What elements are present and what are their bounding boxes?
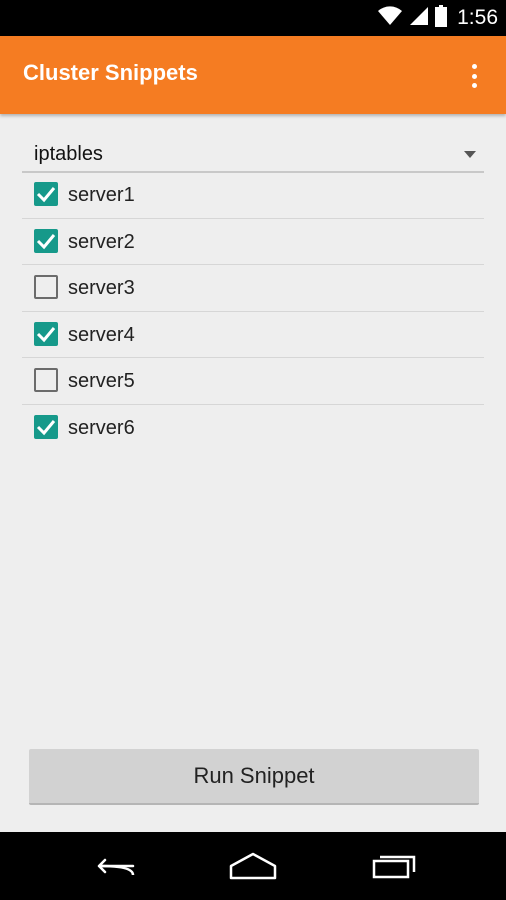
checkbox-checked-icon[interactable] xyxy=(34,414,58,439)
recents-icon[interactable] xyxy=(364,850,424,882)
server-row[interactable]: server6 xyxy=(22,405,484,452)
server-row[interactable]: server5 xyxy=(22,358,484,405)
more-vert-icon[interactable] xyxy=(462,62,486,90)
server-label: server6 xyxy=(68,416,135,439)
dropdown-arrow-icon xyxy=(464,151,476,158)
checkbox-checked-icon[interactable] xyxy=(34,228,58,253)
signal-icon xyxy=(409,6,429,31)
battery-icon xyxy=(435,4,448,32)
server-list: server1 server2 server3 server4 server5 serve… xyxy=(22,172,484,452)
app-title: Cluster Snippets xyxy=(23,60,198,85)
status-time: 1:56 xyxy=(457,6,498,29)
server-label: server3 xyxy=(68,277,135,300)
server-row[interactable]: server2 xyxy=(22,219,484,266)
server-label: server4 xyxy=(68,323,135,346)
checkbox-checked-icon[interactable] xyxy=(34,321,58,346)
nav-bar xyxy=(0,832,506,900)
server-label: server5 xyxy=(68,370,135,393)
spinner-selected-value: iptables xyxy=(34,143,103,165)
run-snippet-button[interactable]: Run Snippet xyxy=(29,749,479,805)
back-icon[interactable] xyxy=(83,850,143,882)
snippet-spinner[interactable]: iptables xyxy=(22,137,484,173)
server-label: server2 xyxy=(68,230,135,253)
checkbox-checked-icon[interactable] xyxy=(34,182,58,206)
server-row[interactable]: server1 xyxy=(22,172,484,219)
checkbox-unchecked-icon[interactable] xyxy=(34,275,58,300)
home-icon[interactable] xyxy=(223,850,283,882)
server-row[interactable]: server4 xyxy=(22,312,484,359)
app-bar: Cluster Snippets xyxy=(0,36,506,114)
server-row[interactable]: server3 xyxy=(22,265,484,312)
checkbox-unchecked-icon[interactable] xyxy=(34,368,58,393)
status-icons: 1:56 xyxy=(377,4,498,32)
server-label: server1 xyxy=(68,184,135,206)
wifi-icon xyxy=(377,5,403,31)
status-bar: 1:56 xyxy=(0,0,506,36)
